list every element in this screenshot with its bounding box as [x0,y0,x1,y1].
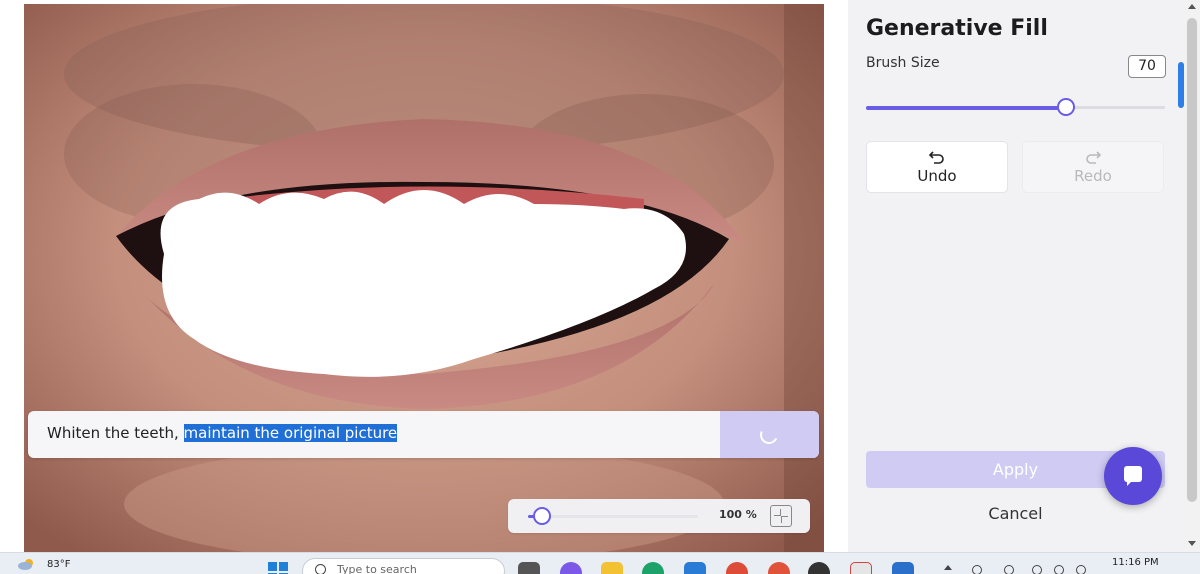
undo-icon [928,151,944,164]
volume-icon[interactable] [1054,565,1064,574]
redo-button[interactable]: Redo [1022,141,1164,193]
prompt-text-plain: Whiten the teeth, [47,424,184,442]
zoom-control: 100 % [508,499,810,533]
taskbar-clock[interactable]: 11:16 PM [1112,557,1159,568]
brush-size-slider-thumb[interactable] [1057,98,1076,116]
taskbar: 83°F Type to search 11:16 PM [0,552,1200,574]
scroll-up-icon[interactable] [1188,4,1196,9]
prompt-text[interactable]: Whiten the teeth, maintain the original … [47,424,398,442]
prompt-input[interactable]: Whiten the teeth, maintain the original … [28,411,819,458]
refresh-icon[interactable] [1004,565,1014,574]
chrome-profile-icon[interactable] [768,562,790,574]
vertical-scrollbar[interactable] [1184,0,1200,552]
file-explorer-icon[interactable] [601,562,623,574]
task-view-icon[interactable] [518,562,540,574]
zoom-slider-thumb[interactable] [532,507,551,525]
photos-icon[interactable] [892,562,914,574]
undo-label: Undo [917,167,957,185]
weather-icon[interactable] [17,558,35,570]
chat-button[interactable] [1104,447,1162,505]
brush-size-value[interactable]: 70 [1128,55,1166,78]
store-icon[interactable] [684,562,706,574]
zoom-slider[interactable] [528,507,698,525]
chrome-icon[interactable] [726,562,748,574]
brush-size-label: Brush Size [866,55,940,71]
loading-spinner-icon [757,423,781,447]
battery-icon[interactable] [1076,565,1086,574]
scroll-down-icon[interactable] [1188,541,1196,546]
editor-canvas[interactable]: Whiten the teeth, maintain the original … [0,0,848,552]
cancel-button[interactable]: Cancel [866,504,1165,526]
scrollbar-thumb[interactable] [1187,18,1197,502]
taskbar-search-placeholder: Type to search [337,563,417,574]
app-window: Whiten the teeth, maintain the original … [0,0,1200,574]
zoom-level: 100 % [719,508,757,521]
edge-icon[interactable] [642,562,664,574]
tray-overflow-icon[interactable] [944,565,952,570]
prompt-text-selected: maintain the original picture [183,424,398,442]
photo-image [24,4,824,552]
app-icon[interactable] [850,562,872,574]
edited-photo[interactable] [24,4,824,552]
tray-app-icon[interactable] [972,565,982,574]
search-icon [315,564,326,574]
weather-temperature[interactable]: 83°F [47,559,70,570]
brush-size-slider[interactable] [866,98,1165,116]
taskbar-search[interactable]: Type to search [302,558,505,574]
redo-icon [1086,151,1102,164]
windows-start-icon[interactable] [268,562,288,574]
undo-button[interactable]: Undo [866,141,1008,193]
panel-title: Generative Fill [866,16,1048,41]
media-app-icon[interactable] [808,562,830,574]
fit-to-screen-icon[interactable] [770,505,792,527]
generative-fill-panel: Generative Fill Brush Size 70 Undo Redo … [848,0,1184,552]
wifi-icon[interactable] [1032,565,1042,574]
brush-size-slider-fill [866,106,1067,110]
generate-button[interactable] [720,411,819,458]
copilot-icon[interactable] [560,562,582,574]
chat-icon [1124,466,1142,486]
redo-label: Redo [1074,167,1112,185]
